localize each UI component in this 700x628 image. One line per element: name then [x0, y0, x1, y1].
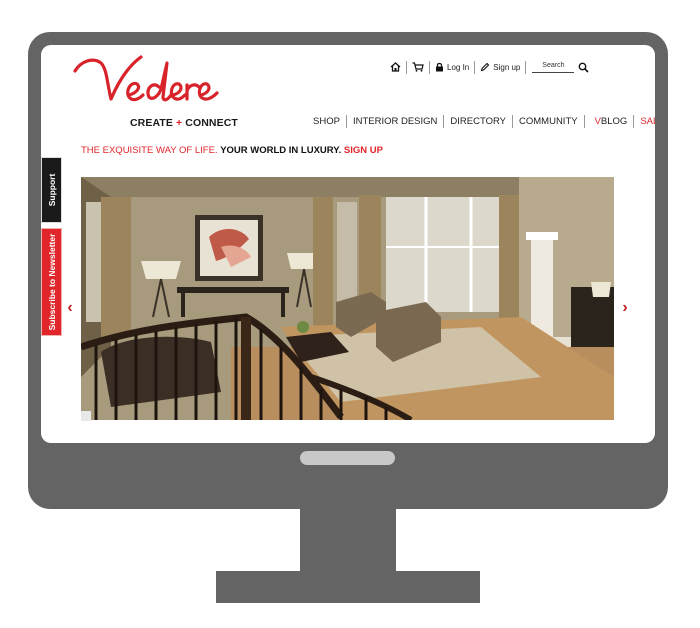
- carousel-prev-icon[interactable]: ‹: [63, 300, 77, 316]
- signup-label: Sign up: [493, 62, 521, 72]
- newsletter-tab-label: Subscribe to Newsletter: [46, 233, 57, 331]
- monitor-screen: CREATE + CONNECT Log In Sign up Search S…: [41, 45, 655, 443]
- monitor-power-slot: [300, 451, 395, 465]
- logo-tagline: CREATE + CONNECT: [130, 117, 238, 129]
- vblog-rest: BLOG: [600, 115, 628, 127]
- support-tab-label: Support: [46, 173, 57, 207]
- nav-shop[interactable]: SHOP: [307, 114, 346, 128]
- search-box: Search: [526, 62, 589, 73]
- headline-part1: THE EXQUISITE WAY OF LIFE.: [81, 145, 218, 156]
- headline-signup-link[interactable]: SIGN UP: [344, 145, 383, 156]
- login-link[interactable]: Log In: [430, 60, 474, 74]
- lock-icon: [436, 62, 443, 72]
- scroll-indicator: [81, 411, 91, 421]
- monitor-stand-neck: [300, 509, 396, 572]
- home-link[interactable]: [385, 60, 406, 74]
- nav-vblog[interactable]: V BLOG: [585, 114, 634, 128]
- nav-directory[interactable]: DIRECTORY: [444, 114, 512, 128]
- nav-interior-design[interactable]: INTERIOR DESIGN: [347, 114, 443, 128]
- search-input[interactable]: Search: [532, 62, 575, 73]
- pencil-icon: [480, 62, 490, 72]
- nav-community[interactable]: COMMUNITY: [513, 114, 584, 128]
- headline-part2: YOUR WORLD IN LUXURY.: [220, 145, 342, 156]
- hero-image: [81, 177, 614, 420]
- nav-sale[interactable]: SALE: [634, 114, 655, 128]
- support-tab[interactable]: Support: [41, 157, 62, 223]
- search-icon[interactable]: [578, 62, 589, 73]
- monitor-frame: CREATE + CONNECT Log In Sign up Search S…: [28, 32, 668, 509]
- promo-headline: THE EXQUISITE WAY OF LIFE. YOUR WORLD IN…: [81, 145, 383, 156]
- cart-link[interactable]: [407, 60, 429, 74]
- carousel-next-icon[interactable]: ›: [618, 300, 632, 316]
- monitor-stand-base: [216, 571, 480, 603]
- main-nav: SHOP INTERIOR DESIGN DIRECTORY COMMUNITY…: [307, 114, 655, 128]
- signup-link[interactable]: Sign up: [475, 60, 525, 74]
- home-icon: [390, 62, 401, 72]
- login-label: Log In: [447, 62, 470, 72]
- vedere-logo[interactable]: [71, 49, 231, 121]
- utility-bar: Log In Sign up Search: [385, 59, 589, 75]
- cart-icon: [412, 62, 424, 72]
- newsletter-tab[interactable]: Subscribe to Newsletter: [41, 228, 62, 336]
